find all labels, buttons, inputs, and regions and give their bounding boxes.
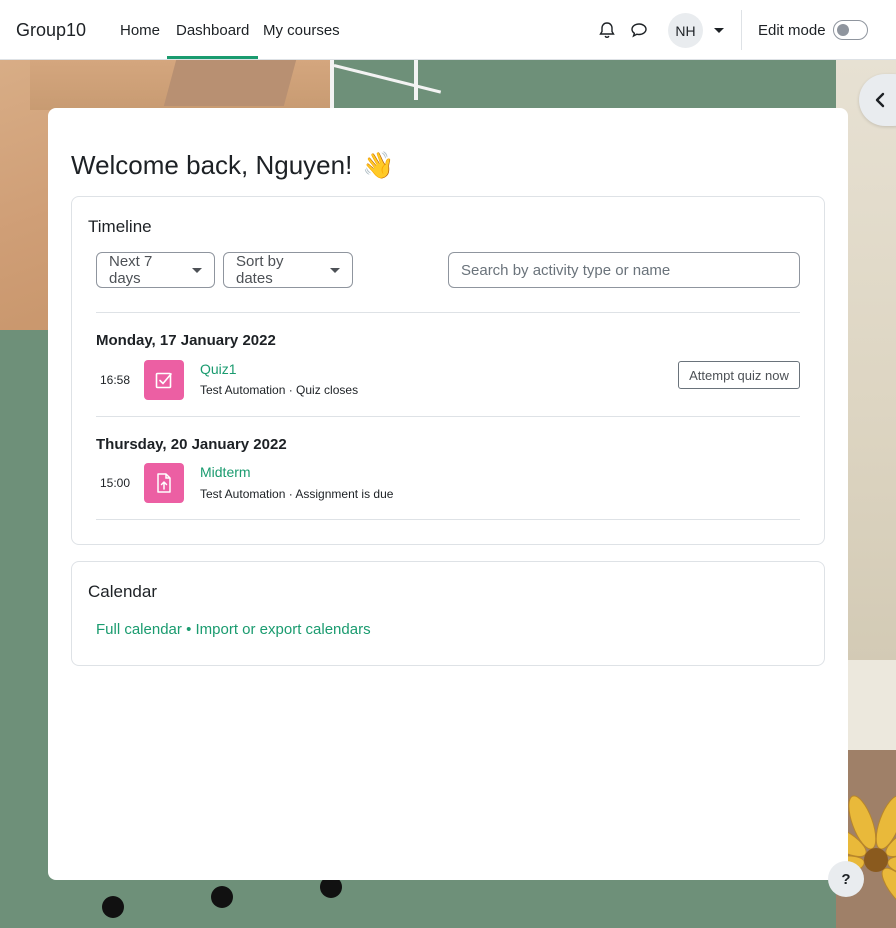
chevron-down-icon: [330, 267, 340, 273]
nav-home[interactable]: Home: [120, 22, 160, 39]
chevron-down-icon[interactable]: [714, 28, 724, 33]
timeline-date-heading: Monday, 17 January 2022: [96, 332, 276, 349]
bell-icon[interactable]: [597, 20, 617, 40]
help-icon: ?: [841, 870, 851, 888]
import-export-calendars-link[interactable]: Import or export calendars: [196, 621, 371, 638]
attempt-quiz-button[interactable]: Attempt quiz now: [678, 361, 800, 389]
timeline-day-filter[interactable]: Next 7 days: [96, 252, 215, 288]
event-time: 15:00: [100, 476, 131, 490]
welcome-text: Welcome back, Nguyen!: [71, 150, 353, 180]
assignment-icon: [144, 463, 184, 503]
top-navbar: Group10 Home Dashboard My courses NH Edi…: [0, 0, 896, 60]
divider: [96, 519, 800, 520]
event-meta: Test Automation · Quiz closes: [200, 383, 359, 397]
edit-mode-toggle[interactable]: [833, 20, 868, 40]
event-meta: Test Automation · Assignment is due: [200, 487, 394, 501]
dashboard-page: Welcome back, Nguyen! 👋 Timeline Next 7 …: [48, 108, 848, 880]
event-time: 16:58: [100, 373, 131, 387]
link-separator: •: [186, 621, 192, 638]
timeline-block: Timeline Next 7 days Sort by dates Monda…: [71, 196, 825, 545]
chevron-left-icon: [875, 92, 885, 108]
chat-icon[interactable]: [629, 20, 649, 40]
chevron-down-icon: [192, 267, 202, 273]
edit-mode-label: Edit mode: [758, 22, 826, 39]
navbar-divider: [741, 10, 742, 50]
site-brand[interactable]: Group10: [16, 20, 86, 41]
event-name-link[interactable]: Quiz1: [200, 361, 237, 377]
avatar-initials: NH: [675, 22, 696, 39]
page-title: Welcome back, Nguyen! 👋: [71, 150, 395, 181]
timeline-sort-dropdown[interactable]: Sort by dates: [223, 252, 353, 288]
help-button[interactable]: ?: [828, 861, 864, 897]
day-filter-label: Next 7 days: [109, 253, 153, 287]
user-avatar[interactable]: NH: [668, 13, 703, 48]
nav-my-courses[interactable]: My courses: [263, 22, 340, 39]
sort-label: Sort by dates: [236, 253, 284, 287]
divider: [96, 416, 800, 417]
timeline-title: Timeline: [88, 217, 152, 236]
calendar-block: Calendar Full calendar • Import or expor…: [71, 561, 825, 666]
timeline-date-heading: Thursday, 20 January 2022: [96, 436, 287, 453]
nav-dashboard[interactable]: Dashboard: [166, 22, 259, 59]
calendar-title: Calendar: [88, 582, 157, 601]
event-name-link[interactable]: Midterm: [200, 464, 251, 480]
divider: [96, 312, 800, 313]
quiz-icon: [144, 360, 184, 400]
timeline-search-input[interactable]: [448, 252, 800, 288]
full-calendar-link[interactable]: Full calendar: [96, 621, 182, 638]
calendar-links: Full calendar • Import or export calenda…: [96, 621, 371, 638]
wave-emoji-icon: 👋: [362, 150, 395, 180]
